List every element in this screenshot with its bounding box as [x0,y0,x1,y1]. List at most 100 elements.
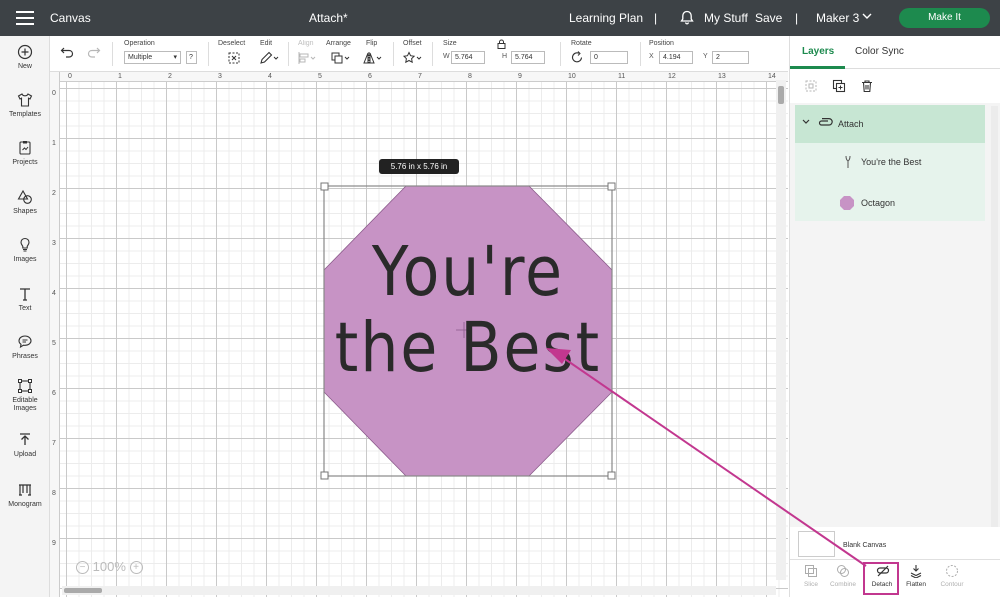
upload-icon [17,432,33,448]
sidebar-item-templates[interactable]: Templates [0,92,50,119]
zoom-level: 100% [92,559,126,574]
machine-selector[interactable]: Maker 3 [816,11,859,25]
y-label: Y [703,53,708,60]
chevron-down-icon[interactable] [802,119,810,125]
rotate-field[interactable]: 0 [590,51,628,64]
monogram-icon [17,482,33,498]
width-label: W [443,53,450,60]
offset-icon[interactable] [402,50,422,66]
sidebar-item-new[interactable]: New [0,44,50,71]
tab-color-sync[interactable]: Color Sync [855,46,904,57]
redo-icon[interactable] [87,46,101,58]
separator: | [795,11,799,25]
flatten-icon [909,564,923,578]
pen-icon[interactable] [258,50,279,66]
flip-icon[interactable] [362,50,382,66]
divider [208,42,209,66]
contour-icon [945,564,959,578]
blank-canvas-row[interactable]: Blank Canvas [790,527,1000,559]
bell-icon[interactable] [680,10,694,25]
selection-handle[interactable] [607,182,616,191]
sidebar-item-upload[interactable]: Upload [0,432,50,459]
help-button[interactable]: ? [186,51,197,64]
design-line-2: the Best [334,307,602,389]
combine-button[interactable]: Combine [826,564,860,588]
sidebar-item-phrases[interactable]: Phrases [0,334,50,361]
top-bar: Canvas Attach* Learning Plan | My Stuff … [0,0,1000,36]
learning-plan-link[interactable]: Learning Plan [569,11,643,25]
canvas-swatch[interactable] [798,531,835,557]
blank-canvas-label: Blank Canvas [843,542,887,549]
make-it-button[interactable]: Make It [899,8,990,28]
sidebar-item-projects[interactable]: Projects [0,140,50,167]
left-sidebar: New Templates Projects Shapes Images Tex… [0,36,50,597]
detach-highlight-annotation [863,562,899,595]
sidebar-item-text[interactable]: Text [0,286,50,313]
separator: | [654,11,658,25]
attach-icon [817,118,833,128]
design-line-1: You're [371,231,565,313]
shirt-icon [17,92,33,108]
selection-handle[interactable] [320,471,329,480]
app-name: Canvas [50,11,91,25]
layer-item-text[interactable]: You're the Best [795,143,985,181]
x-label: X [649,53,654,60]
y-position-field[interactable]: 2 [712,51,749,64]
flatten-button[interactable]: Flatten [899,564,933,588]
rotate-label: Rotate [571,40,592,47]
save-button[interactable]: Save [755,11,782,25]
undo-icon[interactable] [60,46,74,58]
height-field[interactable]: 5.764 [511,51,545,64]
edit-label: Edit [260,40,273,47]
sidebar-item-editable-images[interactable]: Editable Images [0,378,50,413]
text-icon [17,286,33,302]
sidebar-item-shapes[interactable]: Shapes [0,189,50,216]
layers-toolbar [790,69,1000,103]
lock-icon[interactable] [497,39,506,49]
layer-group-attach[interactable]: Attach [795,105,985,143]
duplicate-icon[interactable] [832,79,846,93]
height-label: H [502,53,508,60]
selection-handle[interactable] [320,182,329,191]
octagon-swatch-icon [839,195,855,211]
layer-name: Octagon [861,198,896,208]
zoom-in-button[interactable]: + [129,561,143,575]
width-field[interactable]: 5.764 [451,51,485,64]
divider [112,42,113,66]
selection-handle[interactable] [607,471,616,480]
align-label: Align [298,40,314,47]
operation-select[interactable]: Multiple ▾ [124,51,181,64]
contour-button[interactable]: Contour [935,564,969,588]
divider [640,42,641,66]
trash-icon[interactable] [860,79,874,93]
sidebar-item-monogram[interactable]: Monogram [0,482,50,509]
tab-layers[interactable]: Layers [802,46,834,57]
x-position-field[interactable]: 4.194 [659,51,693,64]
offset-label: Offset [403,40,422,47]
layers-list: Attach You're the Best Octagon [795,105,985,221]
zoom-out-button[interactable]: − [76,561,89,575]
shapes-icon [17,189,33,205]
vertical-scrollbar[interactable] [776,80,786,580]
design-canvas[interactable]: 0 1 2 3 4 5 6 7 8 9 10 11 12 13 14 0123456789 You're t… [50,72,788,597]
chevron-down-icon[interactable] [862,13,872,20]
sidebar-item-images[interactable]: Images [0,237,50,264]
horizontal-scrollbar[interactable] [62,586,776,595]
group-icon[interactable] [804,79,818,93]
size-label: Size [443,40,457,47]
slice-button[interactable]: Slice [794,564,828,588]
align-icon[interactable] [296,50,316,66]
project-title[interactable]: Attach* [309,11,348,25]
layer-item-octagon[interactable]: Octagon [795,183,985,221]
combine-icon [836,564,850,578]
divider [560,42,561,66]
panel-scrollbar[interactable] [991,106,998,556]
panel-tabs: Layers Color Sync [790,36,1000,69]
rotate-icon[interactable] [570,50,586,66]
deselect-label: Deselect [218,40,246,47]
deselect-icon[interactable] [226,50,242,66]
my-stuff-link[interactable]: My Stuff [704,11,748,25]
menu-icon[interactable] [16,11,34,25]
design-text[interactable]: You're the Best [324,234,612,386]
arrange-icon[interactable] [330,50,350,66]
